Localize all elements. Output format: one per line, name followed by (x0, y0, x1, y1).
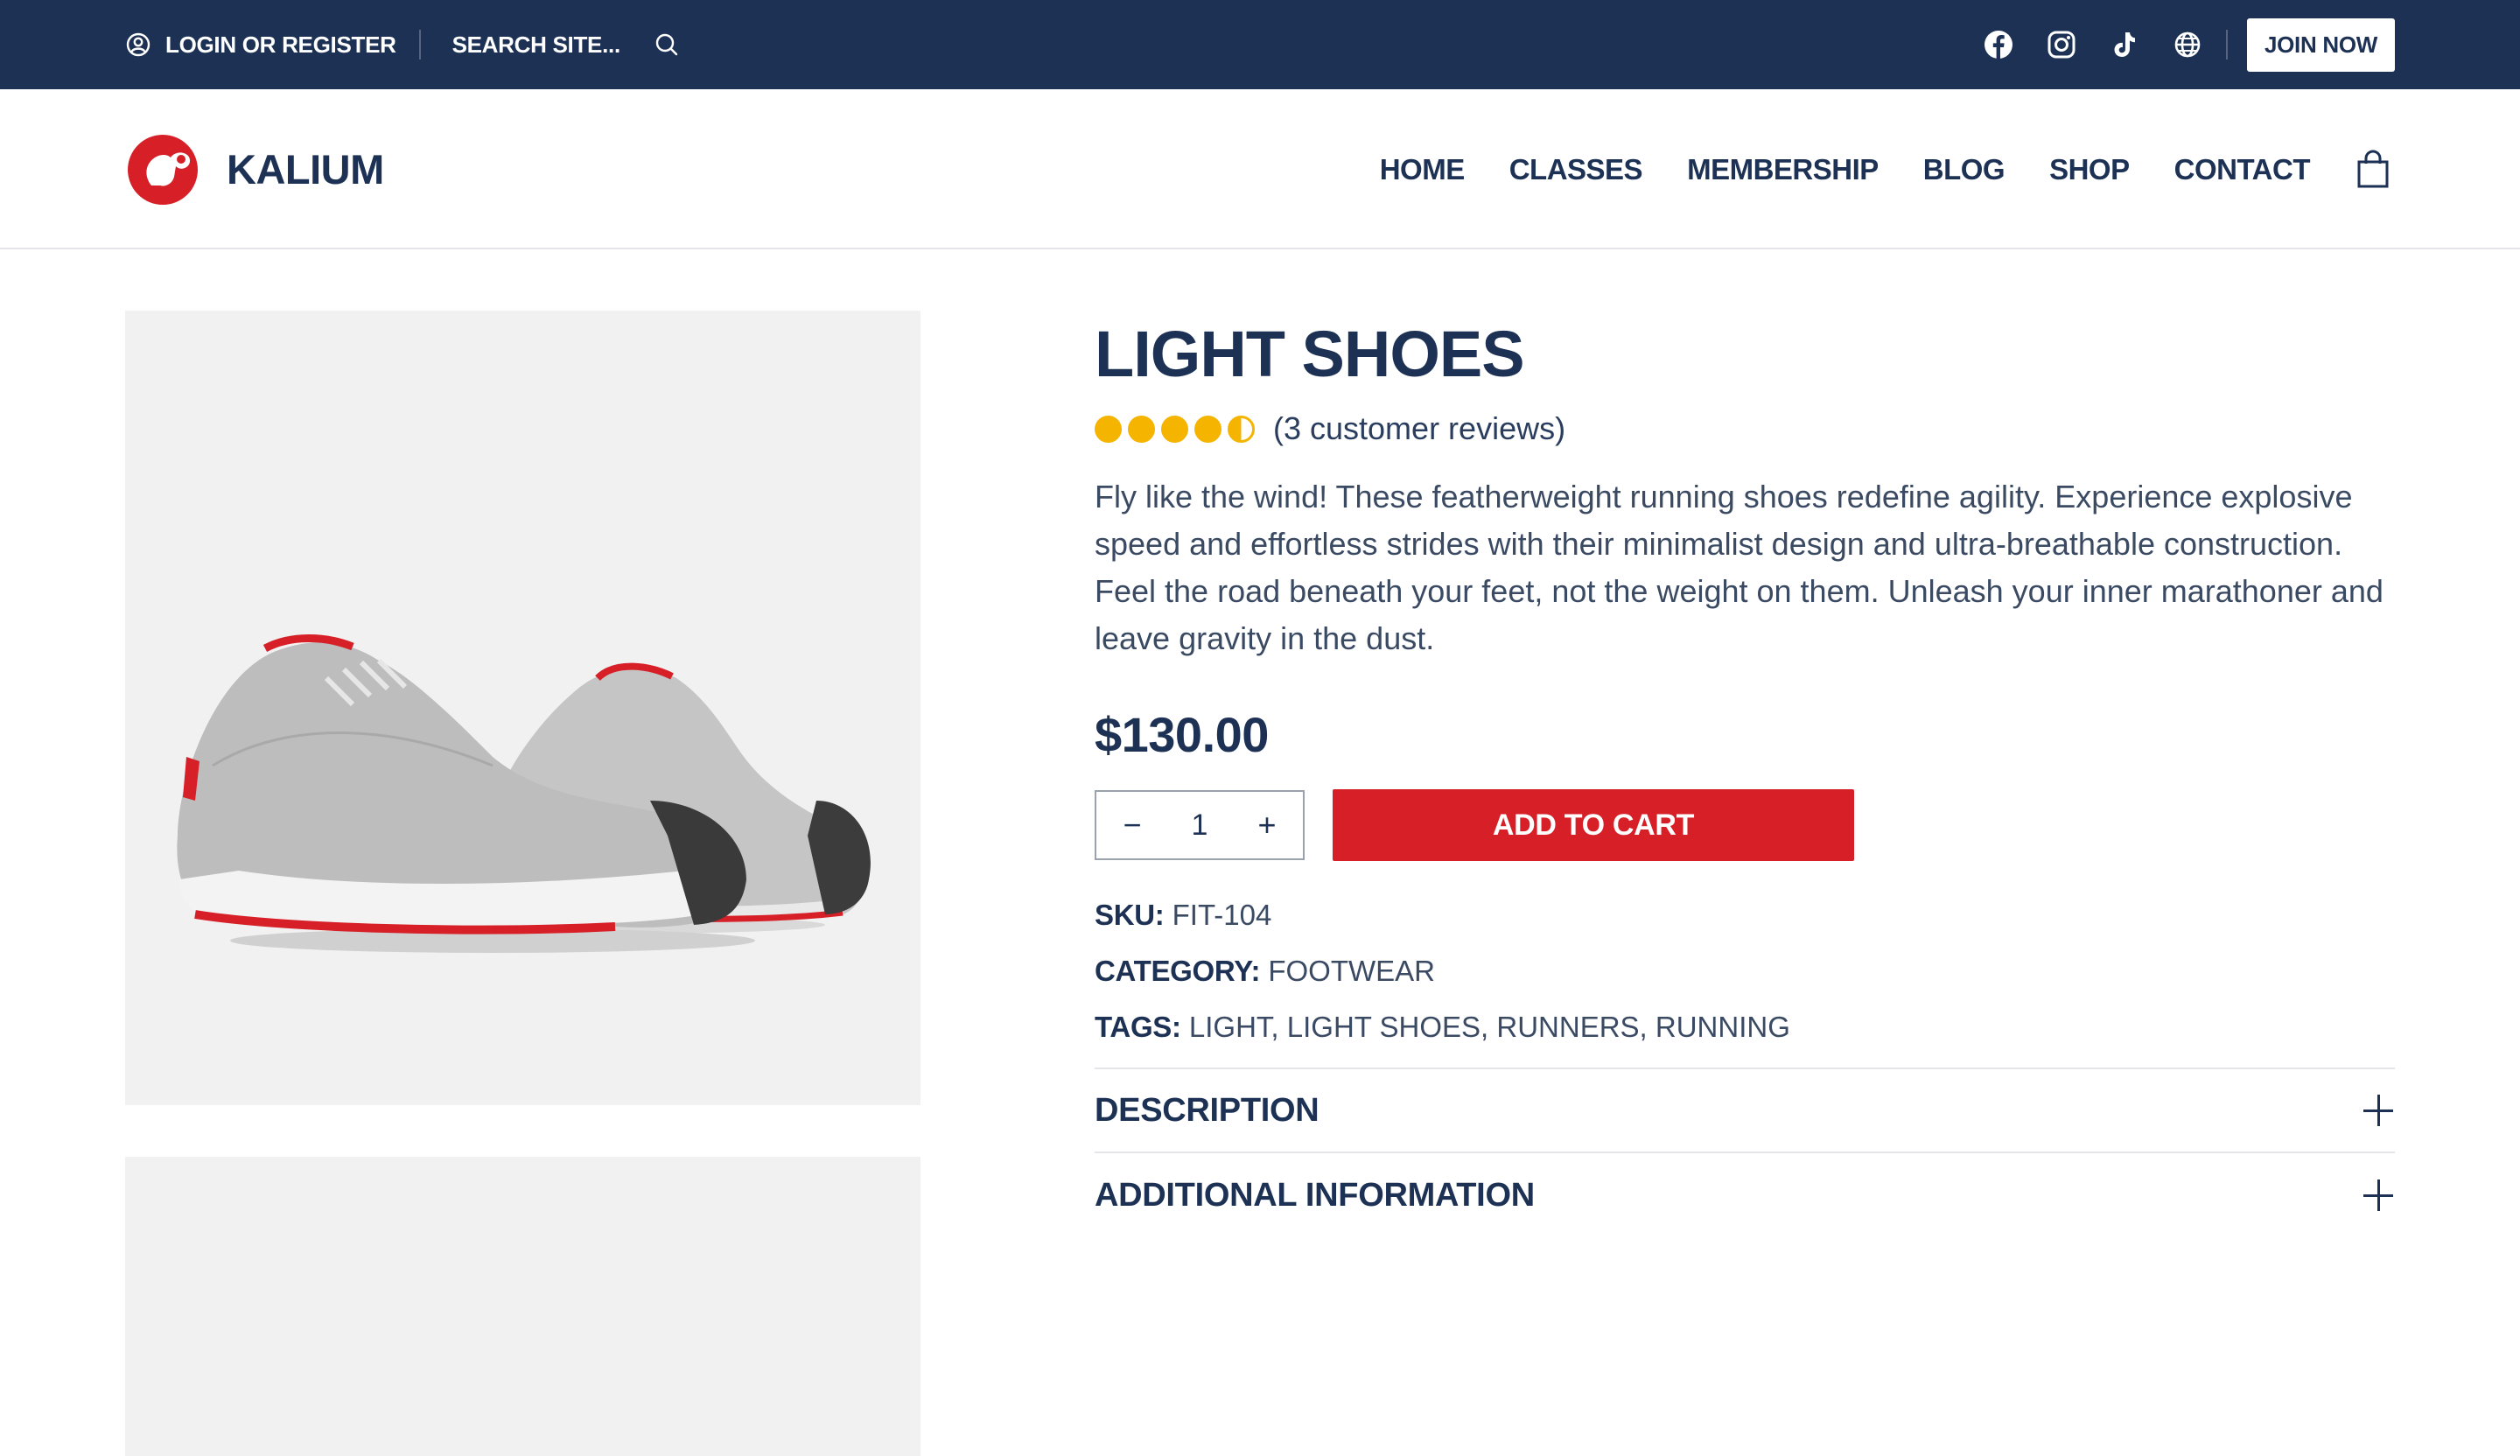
tags-links[interactable]: LIGHT, LIGHT SHOES, RUNNERS, RUNNING (1189, 1011, 1790, 1043)
nav-item-classes[interactable]: CLASSES (1509, 153, 1643, 186)
accordion-description[interactable]: DESCRIPTION (1095, 1069, 2395, 1153)
reviews-link[interactable]: (3 customer reviews) (1273, 410, 1565, 447)
accordion-additional-information[interactable]: ADDITIONAL INFORMATION (1095, 1153, 2395, 1237)
sku-row: SKU: FIT-104 (1095, 887, 2395, 943)
nav-item-blog[interactable]: BLOG (1923, 153, 2006, 186)
plus-icon[interactable]: + (1252, 807, 1282, 844)
star-icon (1128, 415, 1155, 443)
instagram-icon[interactable] (2046, 29, 2077, 60)
shopping-bag-icon[interactable] (2356, 150, 2390, 190)
star-icon (1095, 415, 1122, 443)
nav-item-shop[interactable]: SHOP (2049, 153, 2130, 186)
product-price: $130.00 (1095, 707, 1269, 762)
top-bar: LOGIN OR REGISTER SEARCH SITE... JOIN NO… (0, 0, 2520, 89)
join-now-button[interactable]: JOIN NOW (2246, 18, 2395, 72)
top-bar-divider (2225, 30, 2228, 60)
site-header: KALIUM HOME CLASSES MEMBERSHIP BLOG SHOP… (0, 89, 2520, 249)
quantity-input[interactable]: 1 (1192, 808, 1208, 843)
facebook-icon[interactable] (1983, 29, 2014, 60)
category-label: CATEGORY: (1095, 955, 1261, 987)
nav-item-membership[interactable]: MEMBERSHIP (1687, 153, 1879, 186)
search-input[interactable]: SEARCH SITE... (452, 32, 654, 59)
add-to-cart-button[interactable]: ADD TO CART (1333, 789, 1854, 861)
category-link[interactable]: FOOTWEAR (1268, 955, 1435, 987)
product-rating[interactable]: (3 customer reviews) (1095, 409, 2395, 449)
accordion-description-label: DESCRIPTION (1095, 1091, 1320, 1129)
nav-item-contact[interactable]: CONTACT (2174, 153, 2311, 186)
product-short-description: Fly like the wind! These featherweight r… (1095, 479, 2384, 656)
tags-row: TAGS: LIGHT, LIGHT SHOES, RUNNERS, RUNNI… (1095, 999, 2395, 1055)
product-summary: LIGHT SHOES (3 customer reviews) Fly lik… (1095, 311, 2395, 1237)
top-bar-left: LOGIN OR REGISTER SEARCH SITE... (125, 0, 680, 89)
login-register-label: LOGIN OR REGISTER (165, 31, 396, 58)
star-icon (1194, 415, 1222, 443)
globe-icon[interactable] (2172, 29, 2203, 60)
top-bar-right: JOIN NOW (1983, 0, 2395, 89)
search-box[interactable]: SEARCH SITE... (452, 32, 680, 59)
plus-icon[interactable] (2363, 1180, 2395, 1211)
logo-text: KALIUM (227, 145, 384, 192)
tags-label: TAGS: (1095, 1011, 1181, 1043)
user-icon (126, 32, 150, 57)
sku-value: FIT-104 (1172, 899, 1272, 931)
sku-label: SKU: (1095, 899, 1165, 931)
nav-item-home[interactable]: HOME (1380, 153, 1466, 186)
main-nav: HOME CLASSES MEMBERSHIP BLOG SHOP CONTAC… (1380, 89, 2390, 249)
top-bar-divider (418, 30, 421, 60)
add-to-cart-form: − 1 + ADD TO CART (1095, 789, 2395, 861)
search-icon[interactable] (654, 32, 680, 58)
tiktok-icon[interactable] (2109, 29, 2140, 60)
half-star-icon (1228, 415, 1255, 443)
product-accordion: DESCRIPTION ADDITIONAL INFORMATION (1095, 1068, 2395, 1237)
product-meta: SKU: FIT-104 CATEGORY: FOOTWEAR TAGS: LI… (1095, 887, 2395, 1055)
running-shoes-image (177, 634, 871, 953)
product-image-secondary[interactable] (125, 1157, 920, 1456)
site-logo[interactable]: KALIUM (125, 131, 384, 206)
star-icon (1161, 415, 1188, 443)
logo-icon (128, 135, 198, 205)
minus-icon[interactable]: − (1117, 807, 1147, 844)
star-rating (1095, 415, 1261, 443)
product-title: LIGHT SHOES (1095, 318, 1525, 390)
quantity-stepper: − 1 + (1095, 790, 1305, 860)
product-image-main[interactable] (125, 311, 920, 1105)
accordion-additional-information-label: ADDITIONAL INFORMATION (1095, 1176, 1535, 1214)
plus-icon[interactable] (2363, 1095, 2395, 1126)
login-register-link[interactable]: LOGIN OR REGISTER (125, 32, 396, 59)
category-row: CATEGORY: FOOTWEAR (1095, 943, 2395, 999)
